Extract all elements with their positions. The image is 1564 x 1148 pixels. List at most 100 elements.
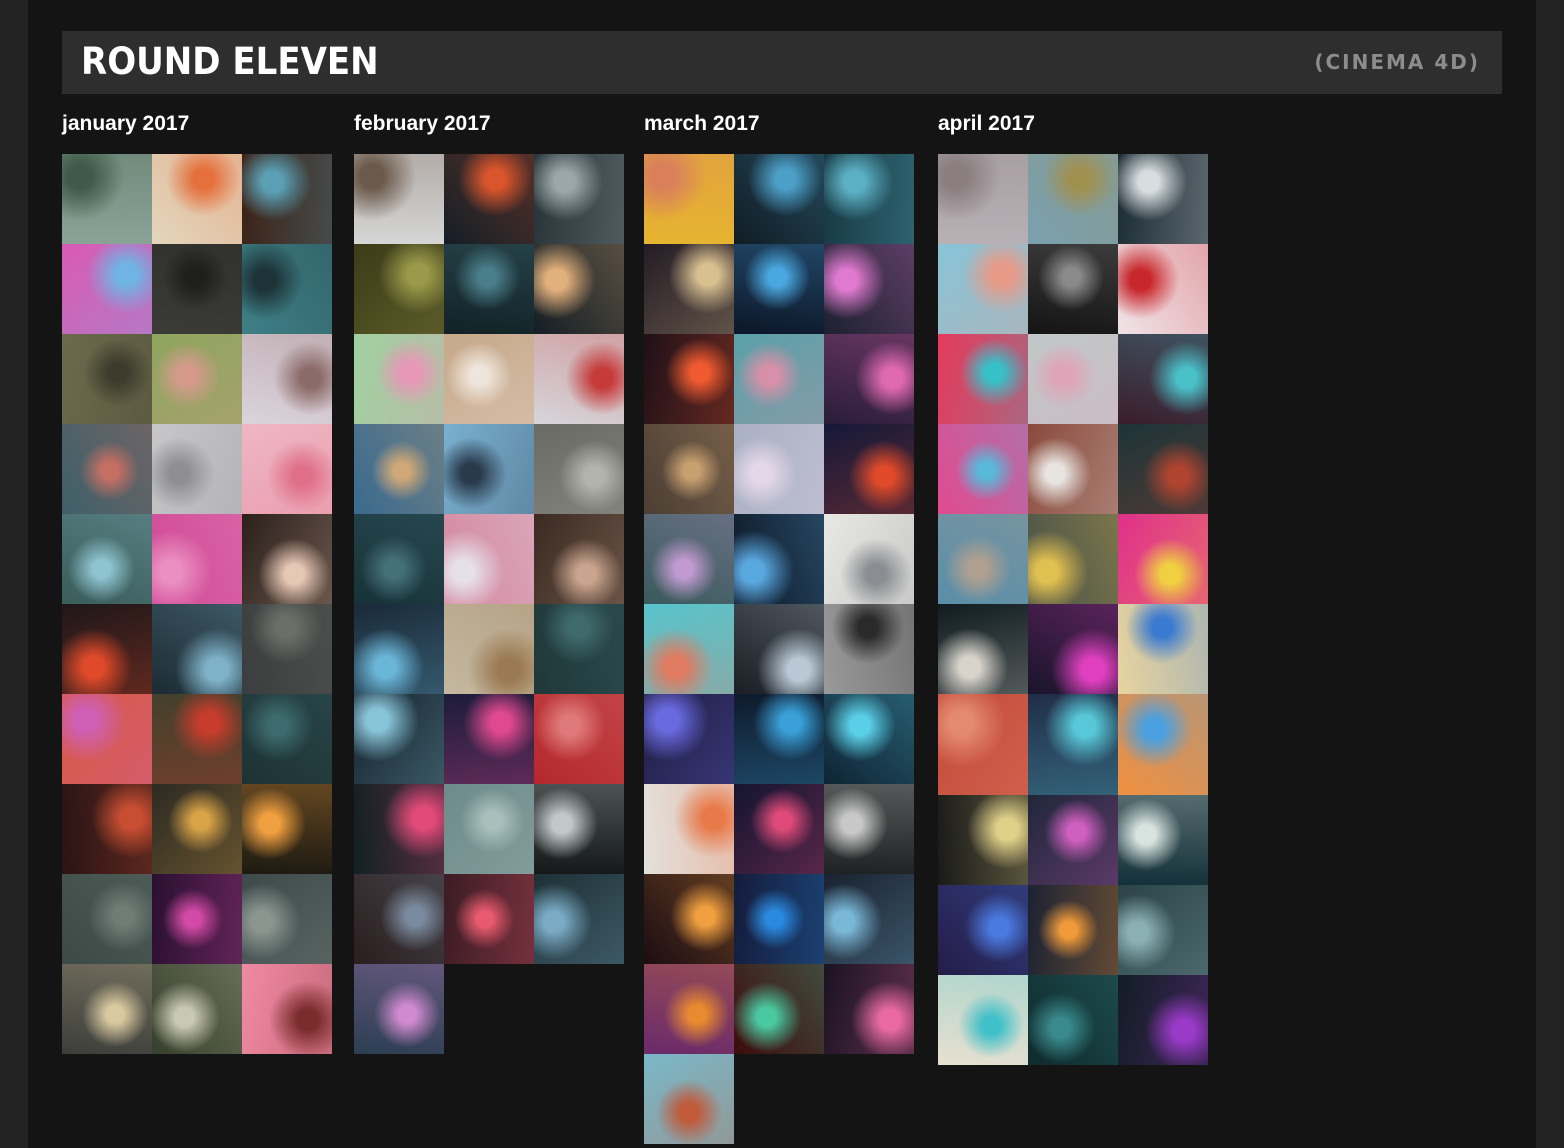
- artwork-thumbnail[interactable]: [938, 244, 1028, 334]
- artwork-thumbnail[interactable]: [644, 784, 734, 874]
- artwork-thumbnail[interactable]: [152, 424, 242, 514]
- artwork-thumbnail[interactable]: [1028, 694, 1118, 795]
- artwork-thumbnail[interactable]: [1118, 424, 1208, 514]
- artwork-thumbnail[interactable]: [534, 874, 624, 964]
- artwork-thumbnail[interactable]: [644, 154, 734, 244]
- artwork-thumbnail[interactable]: [734, 604, 824, 694]
- artwork-thumbnail[interactable]: [1118, 975, 1208, 1065]
- artwork-thumbnail[interactable]: [1028, 604, 1118, 694]
- artwork-thumbnail[interactable]: [938, 334, 1028, 424]
- artwork-thumbnail[interactable]: [644, 244, 734, 334]
- artwork-thumbnail[interactable]: [1028, 154, 1118, 244]
- artwork-thumbnail[interactable]: [242, 424, 332, 514]
- artwork-thumbnail[interactable]: [938, 604, 1028, 694]
- artwork-thumbnail[interactable]: [242, 604, 332, 694]
- artwork-thumbnail[interactable]: [62, 604, 152, 694]
- artwork-thumbnail[interactable]: [824, 424, 914, 514]
- artwork-thumbnail[interactable]: [152, 244, 242, 334]
- artwork-thumbnail[interactable]: [1118, 604, 1208, 694]
- artwork-thumbnail[interactable]: [1028, 795, 1118, 885]
- artwork-thumbnail[interactable]: [242, 784, 332, 874]
- artwork-thumbnail[interactable]: [644, 694, 734, 784]
- artwork-thumbnail[interactable]: [444, 604, 534, 694]
- artwork-thumbnail[interactable]: [354, 964, 444, 1054]
- artwork-thumbnail[interactable]: [152, 514, 242, 604]
- artwork-thumbnail[interactable]: [242, 964, 332, 1054]
- artwork-thumbnail[interactable]: [242, 874, 332, 964]
- artwork-thumbnail[interactable]: [1118, 514, 1208, 604]
- artwork-thumbnail[interactable]: [938, 514, 1028, 604]
- artwork-thumbnail[interactable]: [152, 784, 242, 874]
- artwork-thumbnail[interactable]: [242, 244, 332, 334]
- artwork-thumbnail[interactable]: [534, 244, 624, 334]
- artwork-thumbnail[interactable]: [938, 694, 1028, 795]
- artwork-thumbnail[interactable]: [824, 514, 914, 604]
- artwork-thumbnail[interactable]: [734, 154, 824, 244]
- artwork-thumbnail[interactable]: [62, 154, 152, 244]
- artwork-thumbnail[interactable]: [824, 874, 914, 964]
- artwork-thumbnail[interactable]: [354, 424, 444, 514]
- artwork-thumbnail[interactable]: [444, 424, 534, 514]
- artwork-thumbnail[interactable]: [444, 694, 534, 784]
- artwork-thumbnail[interactable]: [62, 694, 152, 784]
- artwork-thumbnail[interactable]: [534, 154, 624, 244]
- artwork-thumbnail[interactable]: [62, 964, 152, 1054]
- artwork-thumbnail[interactable]: [938, 795, 1028, 885]
- artwork-thumbnail[interactable]: [824, 964, 914, 1054]
- artwork-thumbnail[interactable]: [444, 334, 534, 424]
- artwork-thumbnail[interactable]: [734, 964, 824, 1054]
- artwork-thumbnail[interactable]: [734, 424, 824, 514]
- artwork-thumbnail[interactable]: [644, 874, 734, 964]
- artwork-thumbnail[interactable]: [242, 514, 332, 604]
- artwork-thumbnail[interactable]: [354, 334, 444, 424]
- artwork-thumbnail[interactable]: [938, 424, 1028, 514]
- artwork-thumbnail[interactable]: [152, 964, 242, 1054]
- artwork-thumbnail[interactable]: [152, 874, 242, 964]
- artwork-thumbnail[interactable]: [1118, 795, 1208, 885]
- artwork-thumbnail[interactable]: [152, 154, 242, 244]
- artwork-thumbnail[interactable]: [938, 975, 1028, 1065]
- artwork-thumbnail[interactable]: [354, 784, 444, 874]
- artwork-thumbnail[interactable]: [444, 244, 534, 334]
- artwork-thumbnail[interactable]: [1028, 334, 1118, 424]
- artwork-thumbnail[interactable]: [62, 244, 152, 334]
- artwork-thumbnail[interactable]: [938, 154, 1028, 244]
- artwork-thumbnail[interactable]: [534, 694, 624, 784]
- artwork-thumbnail[interactable]: [354, 514, 444, 604]
- artwork-thumbnail[interactable]: [444, 874, 534, 964]
- artwork-thumbnail[interactable]: [1118, 154, 1208, 244]
- artwork-thumbnail[interactable]: [734, 694, 824, 784]
- artwork-thumbnail[interactable]: [152, 334, 242, 424]
- artwork-thumbnail[interactable]: [1028, 885, 1118, 975]
- artwork-thumbnail[interactable]: [1028, 514, 1118, 604]
- artwork-thumbnail[interactable]: [824, 694, 914, 784]
- artwork-thumbnail[interactable]: [62, 424, 152, 514]
- artwork-thumbnail[interactable]: [644, 514, 734, 604]
- artwork-thumbnail[interactable]: [824, 244, 914, 334]
- artwork-thumbnail[interactable]: [734, 784, 824, 874]
- artwork-thumbnail[interactable]: [354, 694, 444, 784]
- artwork-thumbnail[interactable]: [734, 874, 824, 964]
- artwork-thumbnail[interactable]: [354, 154, 444, 244]
- artwork-thumbnail[interactable]: [824, 784, 914, 874]
- artwork-thumbnail[interactable]: [62, 514, 152, 604]
- artwork-thumbnail[interactable]: [824, 154, 914, 244]
- artwork-thumbnail[interactable]: [354, 874, 444, 964]
- artwork-thumbnail[interactable]: [444, 514, 534, 604]
- artwork-thumbnail[interactable]: [644, 604, 734, 694]
- artwork-thumbnail[interactable]: [62, 334, 152, 424]
- artwork-thumbnail[interactable]: [1028, 424, 1118, 514]
- artwork-thumbnail[interactable]: [1118, 244, 1208, 334]
- artwork-thumbnail[interactable]: [444, 154, 534, 244]
- artwork-thumbnail[interactable]: [242, 694, 332, 784]
- artwork-thumbnail[interactable]: [734, 514, 824, 604]
- artwork-thumbnail[interactable]: [354, 604, 444, 694]
- artwork-thumbnail[interactable]: [62, 874, 152, 964]
- artwork-thumbnail[interactable]: [534, 334, 624, 424]
- artwork-thumbnail[interactable]: [62, 784, 152, 874]
- artwork-thumbnail[interactable]: [534, 604, 624, 694]
- artwork-thumbnail[interactable]: [152, 604, 242, 694]
- artwork-thumbnail[interactable]: [644, 424, 734, 514]
- artwork-thumbnail[interactable]: [242, 334, 332, 424]
- artwork-thumbnail[interactable]: [644, 964, 734, 1054]
